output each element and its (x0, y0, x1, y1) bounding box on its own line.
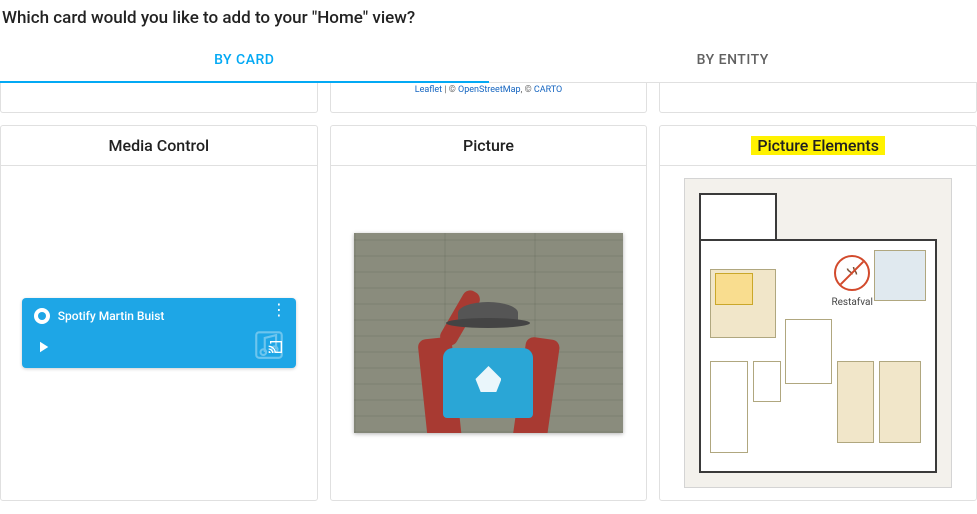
card-media-control[interactable]: Media Control ⋮ Spotify Martin Buist (0, 125, 318, 501)
play-icon[interactable] (34, 338, 52, 356)
card-stub-map[interactable]: Leaflet | © OpenStreetMap, © CARTO (330, 83, 648, 113)
carto-link[interactable]: CARTO (534, 85, 562, 95)
badge-label: Restafval (831, 297, 872, 308)
floorplan-preview: Restafval (684, 178, 952, 488)
spotify-icon (34, 308, 50, 324)
tab-by-card[interactable]: BY CARD (0, 40, 489, 82)
osm-link[interactable]: OpenStreetMap (458, 85, 521, 95)
leaflet-link[interactable]: Leaflet (415, 85, 442, 95)
card-stub-1[interactable] (0, 83, 318, 113)
picture-preview (354, 233, 622, 433)
card-title-picture: Picture (331, 126, 647, 166)
media-title: Spotify Martin Buist (58, 309, 165, 323)
card-stub-3[interactable] (659, 83, 977, 113)
card-title-picture-elements: Picture Elements (660, 126, 976, 166)
media-player-tile: ⋮ Spotify Martin Buist (22, 298, 296, 368)
media-menu-icon[interactable]: ⋮ (271, 306, 286, 314)
tab-by-entity[interactable]: BY ENTITY (489, 40, 977, 82)
tabs: BY CARD BY ENTITY (0, 40, 977, 83)
card-title-media: Media Control (1, 126, 317, 166)
music-watermark-icon (252, 328, 286, 362)
card-picture[interactable]: Picture (330, 125, 648, 501)
map-credits: Leaflet | © OpenStreetMap, © CARTO (415, 85, 563, 95)
dialog-title: Which card would you like to add to your… (0, 0, 977, 40)
card-picture-elements[interactable]: Picture Elements (659, 125, 977, 501)
badge-icon[interactable] (834, 255, 870, 291)
